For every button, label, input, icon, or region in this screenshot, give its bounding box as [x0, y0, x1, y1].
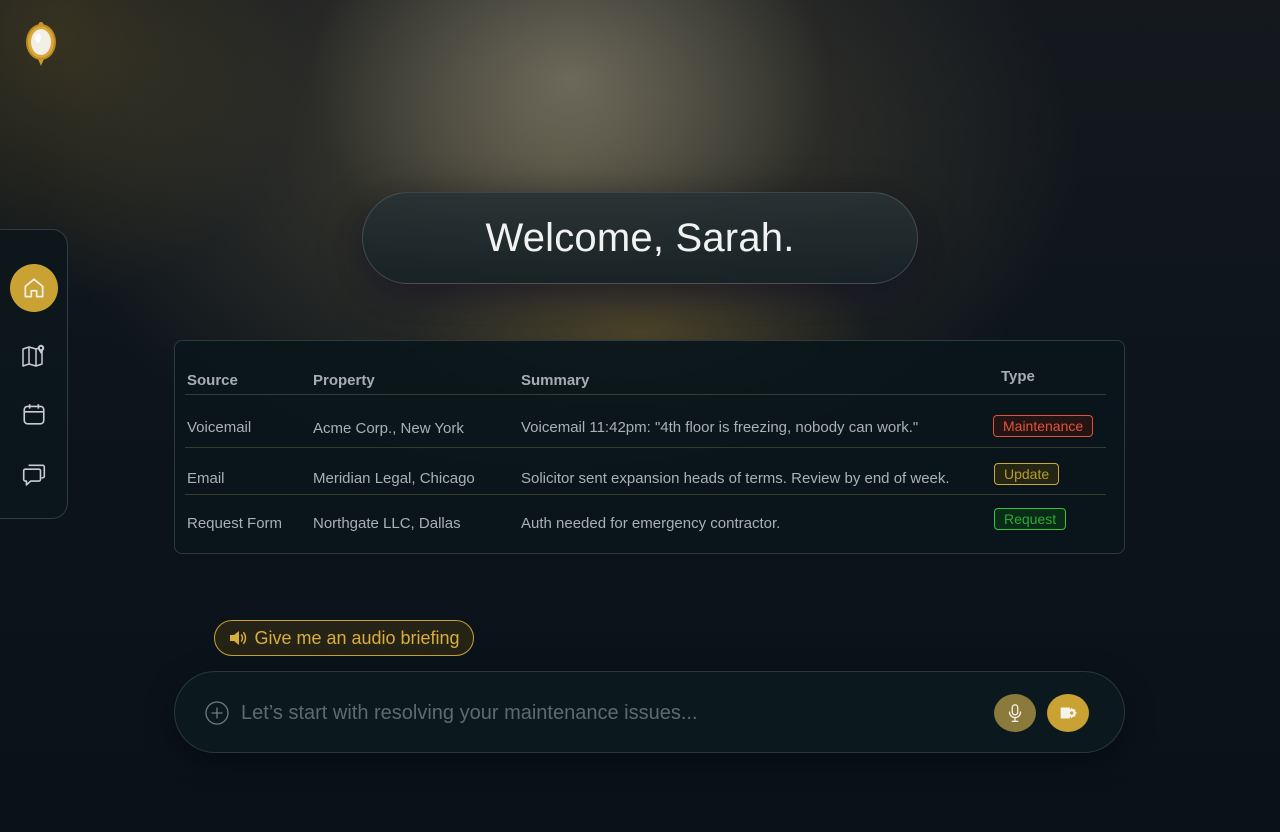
mirror-logo-icon [26, 22, 56, 66]
prompt-bar [174, 671, 1125, 753]
column-header-type: Type [1001, 368, 1035, 385]
home-icon [24, 278, 44, 298]
welcome-title: Welcome, Sarah. [485, 215, 795, 260]
speaker-icon [230, 631, 247, 645]
microphone-icon [1008, 704, 1022, 722]
status-badge-request: Request [994, 508, 1067, 530]
cell-summary: Solicitor sent expansion heads of terms.… [521, 470, 950, 487]
cell-property: Northgate LLC, Dallas [313, 515, 461, 532]
sidebar-item-map[interactable] [10, 331, 58, 379]
header-divider [185, 394, 1106, 395]
sidebar-item-home[interactable] [10, 264, 58, 312]
map-pin-icon [22, 344, 45, 367]
cell-source: Request Form [187, 515, 283, 532]
row-divider [185, 494, 1106, 495]
sidebar-item-messages[interactable] [10, 450, 58, 498]
chat-bubbles-icon [22, 464, 46, 486]
welcome-banner: Welcome, Sarah. [362, 192, 918, 284]
audio-briefing-button[interactable]: Give me an audio briefing [214, 620, 474, 656]
status-badge-maintenance: Maintenance [993, 415, 1094, 437]
send-gear-icon [1060, 707, 1077, 719]
cell-property: Acme Corp., New York [313, 420, 464, 437]
calendar-icon [23, 404, 45, 425]
audio-briefing-label: Give me an audio briefing [254, 627, 460, 648]
column-header-property: Property [313, 372, 375, 389]
column-header-source: Source [187, 372, 238, 389]
row-divider [185, 447, 1106, 448]
prompt-input[interactable] [241, 692, 961, 734]
cell-source: Email [187, 470, 225, 487]
sidebar [0, 229, 68, 519]
sidebar-item-calendar[interactable] [10, 390, 58, 438]
send-button[interactable] [1047, 694, 1089, 732]
cell-source: Voicemail [187, 419, 252, 436]
add-attachment-icon[interactable] [205, 701, 229, 725]
cell-summary: Auth needed for emergency contractor. [521, 515, 781, 532]
column-header-summary: Summary [521, 372, 590, 389]
app-logo [24, 22, 58, 66]
cell-summary: Voicemail 11:42pm: "4th floor is freezin… [521, 419, 919, 436]
status-badge-update: Update [994, 463, 1060, 485]
inbox-table: Source Property Summary Type Voicemail A… [174, 340, 1125, 554]
cell-property: Meridian Legal, Chicago [313, 470, 475, 487]
voice-input-button[interactable] [994, 694, 1036, 732]
